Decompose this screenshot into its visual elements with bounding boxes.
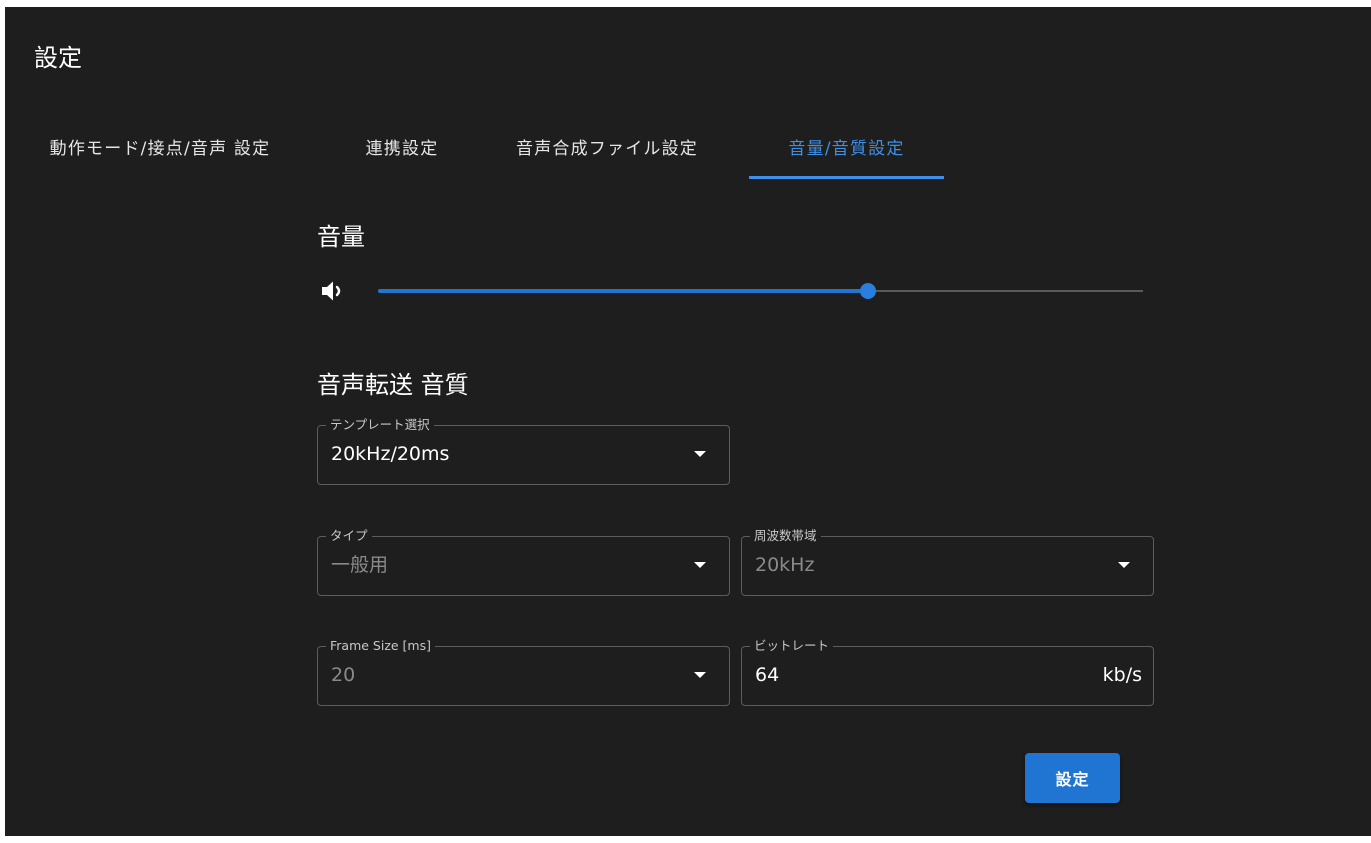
bandwidth-select-value: 20kHz (755, 554, 815, 576)
frame-size-select[interactable]: Frame Size [ms] 20 (317, 639, 730, 706)
submit-button[interactable]: 設定 (1025, 753, 1120, 803)
bandwidth-select-label: 周波数帯域 (754, 528, 817, 543)
bitrate-field[interactable]: ビットレート 64 kb/s (741, 639, 1154, 706)
type-select[interactable]: タイプ 一般用 (317, 529, 730, 596)
volume-icon (322, 281, 341, 301)
chevron-down-icon (694, 451, 706, 457)
chevron-down-icon (1118, 562, 1130, 568)
frame-size-select-outline: Frame Size [ms] (317, 638, 730, 706)
type-select-label: タイプ (330, 528, 368, 543)
quality-heading: 音声転送 音質 (317, 371, 469, 399)
template-select[interactable]: テンプレート選択 20kHz/20ms (317, 418, 730, 485)
bitrate-field-label: ビットレート (754, 638, 830, 653)
tab-volume-quality[interactable]: 音量/音質設定 (749, 121, 944, 179)
tab-speech-synthesis-files[interactable]: 音声合成ファイル設定 (479, 121, 735, 179)
bitrate-field-value[interactable]: 64 (755, 663, 779, 687)
type-select-value: 一般用 (331, 554, 389, 576)
bitrate-unit: kb/s (1102, 664, 1142, 686)
settings-dialog: 設定 動作モード/接点/音声 設定 連携設定 音声合成ファイル設定 音量/音質設… (5, 7, 1371, 836)
chevron-down-icon (694, 672, 706, 678)
frame-size-select-label: Frame Size [ms] (330, 638, 431, 653)
bitrate-field-outline: ビットレート (741, 638, 1154, 706)
template-select-label: テンプレート選択 (330, 417, 430, 432)
volume-slider-thumb[interactable] (860, 283, 876, 299)
tab-integration[interactable]: 連携設定 (339, 121, 465, 179)
volume-slider[interactable] (378, 279, 1143, 303)
template-select-value: 20kHz/20ms (331, 443, 450, 465)
volume-heading: 音量 (317, 223, 365, 251)
chevron-down-icon (694, 562, 706, 568)
frame-size-select-value: 20 (331, 664, 356, 686)
volume-slider-track (378, 289, 868, 293)
bandwidth-select[interactable]: 周波数帯域 20kHz (741, 529, 1154, 596)
dialog-title: 設定 (34, 44, 82, 72)
tab-operation-mode[interactable]: 動作モード/接点/音声 設定 (5, 121, 315, 179)
